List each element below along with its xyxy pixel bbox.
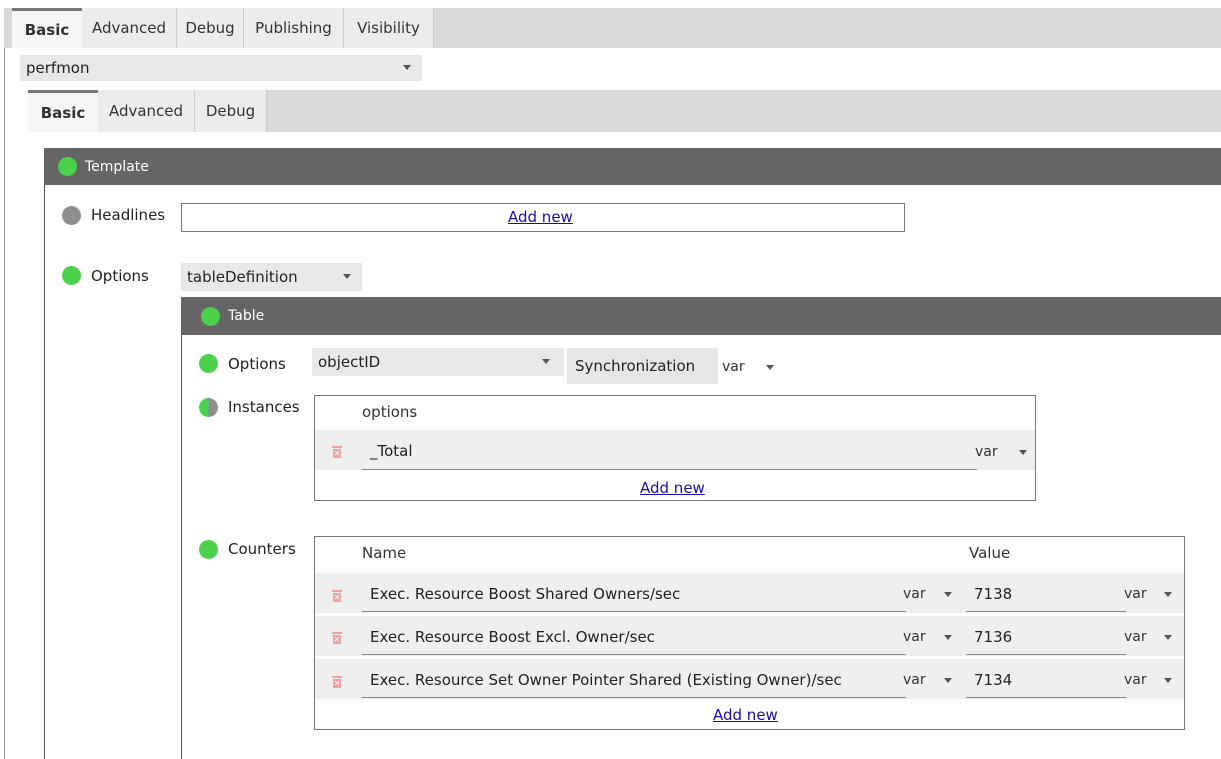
counter-value-text: 7138 [974,584,1013,603]
headlines-label: Headlines [91,206,166,224]
counters-name-header: Name [362,544,407,562]
counter-value-field[interactable]: 7138 [966,576,1126,612]
counter-name-text: Exec. Resource Boost Excl. Owner/sec [370,627,655,646]
chevron-down-icon [343,274,351,279]
tab-advanced[interactable]: Advanced [82,8,177,48]
chevron-down-icon [766,365,774,370]
left-border [4,42,5,759]
tab-visibility[interactable]: Visibility [344,8,434,48]
counter-value-field[interactable]: 7134 [966,662,1126,698]
plugin-select-value: perfmon [26,59,90,77]
instance-var-select[interactable]: var [975,444,998,460]
status-dot-icon [58,157,77,176]
chevron-down-icon [1164,635,1172,640]
options-label: Options [91,267,149,285]
counter-value-field[interactable]: 7136 [966,619,1126,655]
chevron-down-icon [1164,592,1172,597]
status-dot-icon [201,306,220,326]
synchronization-button-label: Synchronization [575,357,696,375]
template-panel-left-border [44,185,45,759]
table-panel-title: Table [228,308,265,324]
tab-debug[interactable]: Debug [177,8,244,48]
tab-publishing[interactable]: Publishing [244,8,344,48]
headlines-add-new-link[interactable]: Add new [508,208,573,226]
counter-name-var-select[interactable]: var [903,629,926,645]
chevron-down-icon [944,678,952,683]
template-panel-title: Template [85,158,149,175]
counter-name-field[interactable]: Exec. Resource Boost Excl. Owner/sec [362,619,906,655]
trash-icon[interactable]: ✕ [332,676,342,688]
options-status-icon [62,266,81,285]
inner-tab-basic[interactable]: Basic [28,90,98,132]
counter-name-field[interactable]: Exec. Resource Set Owner Pointer Shared … [362,662,906,698]
counter-value-var-select[interactable]: var [1124,672,1147,688]
counters-status-icon [199,540,218,559]
chevron-down-icon [1019,450,1027,455]
chevron-down-icon [542,359,550,364]
counters-label: Counters [228,540,296,558]
table-options-select[interactable]: objectID [312,348,564,376]
options-select-value: tableDefinition [187,268,298,286]
inner-tab-bar: Basic Advanced Debug [28,90,1221,132]
outer-tab-bar: Basic Advanced Debug Publishing Visibili… [4,8,1221,48]
instances-status-icon [199,398,218,417]
template-panel-header: Template [44,148,1221,185]
trash-icon[interactable]: ✕ [332,590,342,602]
tab-basic[interactable]: Basic [12,8,82,48]
plugin-select[interactable]: perfmon [20,55,422,81]
synchronization-button[interactable]: Synchronization [567,348,718,384]
options-select[interactable]: tableDefinition [181,263,362,291]
counter-value-var-select[interactable]: var [1124,586,1147,602]
instances-add-new-link[interactable]: Add new [640,479,705,497]
counter-name-field[interactable]: Exec. Resource Boost Shared Owners/sec [362,576,906,612]
table-options-label: Options [228,355,286,373]
trash-icon[interactable]: ✕ [332,632,342,644]
instances-label: Instances [228,398,300,416]
chevron-down-icon [944,635,952,640]
instance-value-field[interactable]: _Total [362,433,977,470]
counter-name-text: Exec. Resource Set Owner Pointer Shared … [370,670,842,689]
inner-tab-debug[interactable]: Debug [195,90,267,132]
sync-var-select[interactable]: var [722,359,745,375]
counter-value-text: 7134 [974,670,1013,689]
chevron-down-icon [403,65,411,70]
table-panel-header: Table [181,297,1221,335]
chevron-down-icon [1164,678,1172,683]
table-options-select-value: objectID [318,353,381,371]
table-panel-left-border [181,335,182,759]
counter-name-var-select[interactable]: var [903,672,926,688]
instances-column-header: options [362,403,418,421]
chevron-down-icon [944,592,952,597]
counter-value-var-select[interactable]: var [1124,629,1147,645]
counters-value-header: Value [969,544,1011,562]
counter-name-text: Exec. Resource Boost Shared Owners/sec [370,584,681,603]
counter-name-var-select[interactable]: var [903,586,926,602]
inner-tab-advanced[interactable]: Advanced [98,90,195,132]
headlines-status-icon [62,206,81,225]
instance-value-text: _Total [370,442,413,460]
table-options-status-icon [199,354,218,373]
counters-add-new-link[interactable]: Add new [713,706,778,724]
counter-value-text: 7136 [974,627,1013,646]
trash-icon[interactable]: ✕ [332,446,342,458]
